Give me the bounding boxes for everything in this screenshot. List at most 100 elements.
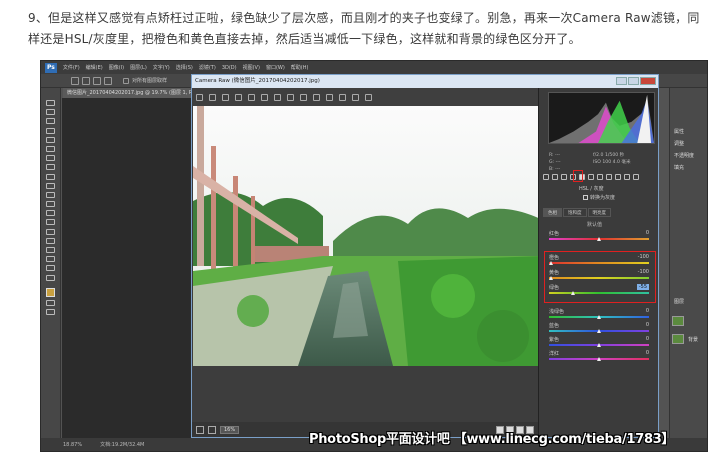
slider-magenta-knob[interactable] [597, 357, 601, 361]
properties-tab[interactable]: 属性 [674, 128, 684, 135]
adjustments-tab[interactable]: 调整 [674, 140, 684, 147]
tab-hue[interactable]: 色相 [543, 208, 562, 217]
menu-3d[interactable]: 3D(D) [222, 65, 237, 71]
minimize-button[interactable] [616, 77, 627, 85]
tab-luminance[interactable]: 明亮度 [587, 208, 611, 217]
close-button[interactable] [640, 77, 656, 85]
white-balance-icon[interactable] [222, 93, 229, 101]
calibration-tab-icon[interactable] [606, 174, 612, 180]
menu-edit[interactable]: 编辑(E) [86, 64, 103, 71]
tab-saturation[interactable]: 饱和度 [563, 208, 587, 217]
quick-mask-icon[interactable] [46, 299, 55, 306]
pressure-icon[interactable] [104, 76, 112, 85]
zoom-icon[interactable] [196, 93, 203, 101]
slider-aqua[interactable]: 浅绿色 0 [549, 308, 653, 320]
screen-mode-icon[interactable] [46, 309, 55, 316]
brush-tool-icon[interactable] [46, 164, 55, 171]
slider-purple[interactable]: 紫色 0 [549, 336, 653, 348]
slider-red-knob[interactable] [597, 237, 601, 241]
layer-thumbnail[interactable] [672, 316, 684, 326]
menu-filter[interactable]: 滤镜(T) [199, 64, 216, 71]
blur-tool-icon[interactable] [46, 210, 55, 217]
straighten-icon[interactable] [274, 93, 281, 101]
hand-tool-icon[interactable] [46, 265, 55, 272]
type-tool-icon[interactable] [46, 237, 55, 244]
ps-menubar: Ps 文件(F) 编辑(E) 图像(I) 图层(L) 文字(Y) 选择(S) 滤… [41, 61, 707, 74]
slider-magenta[interactable]: 洋红 0 [549, 350, 653, 362]
effects-tab-icon[interactable] [597, 174, 603, 180]
slider-purple-value[interactable]: 0 [646, 336, 649, 342]
menu-window[interactable]: 窗口(W) [266, 64, 285, 71]
crop-tool-icon[interactable] [46, 136, 55, 143]
slider-blue-value[interactable]: 0 [646, 322, 649, 328]
slider-blue[interactable]: 蓝色 0 [549, 322, 653, 334]
menu-type[interactable]: 文字(Y) [153, 64, 170, 71]
spot-removal-icon[interactable] [300, 93, 307, 101]
gradient-tool-icon[interactable] [46, 201, 55, 208]
slider-aqua-value[interactable]: 0 [646, 308, 649, 314]
slider-purple-knob[interactable] [597, 343, 601, 347]
slider-aqua-knob[interactable] [597, 315, 601, 319]
slider-red[interactable]: 红色 0 [549, 230, 653, 242]
targeted-adjust-icon[interactable] [248, 93, 255, 101]
color-sampler-icon[interactable] [235, 93, 242, 101]
menu-layer[interactable]: 图层(L) [130, 64, 147, 71]
menu-help[interactable]: 帮助(H) [291, 64, 309, 71]
stamp-tool-icon[interactable] [46, 173, 55, 180]
move-tool-icon[interactable] [46, 100, 55, 106]
transform-icon[interactable] [287, 93, 294, 101]
panel-menu-icon[interactable] [633, 174, 639, 180]
zoom-level-select[interactable]: 16% [220, 425, 240, 434]
history-brush-tool-icon[interactable] [46, 182, 55, 189]
mode-icon[interactable] [82, 76, 90, 85]
background-thumbnail[interactable] [672, 334, 684, 344]
presets-tab-icon[interactable] [615, 174, 621, 180]
zoom-tool-icon[interactable] [46, 274, 55, 281]
eraser-tool-icon[interactable] [46, 191, 55, 198]
basic-tab-icon[interactable] [543, 174, 549, 180]
menu-file[interactable]: 文件(F) [63, 64, 80, 71]
red-eye-icon[interactable] [313, 93, 320, 101]
convert-grayscale-checkbox[interactable]: 转换为灰度 [583, 194, 615, 201]
quick-select-tool-icon[interactable] [46, 127, 55, 134]
default-link[interactable]: 默认值 [587, 221, 602, 228]
checkbox-box[interactable] [583, 195, 588, 200]
zoom-in-button[interactable] [208, 425, 216, 434]
hand-icon[interactable] [209, 93, 216, 101]
detail-tab-icon[interactable] [561, 174, 567, 180]
eyedropper-tool-icon[interactable] [46, 145, 55, 152]
marquee-tool-icon[interactable] [46, 109, 55, 116]
pen-tool-icon[interactable] [46, 228, 55, 235]
adjustment-brush-icon[interactable] [326, 93, 333, 101]
menu-image[interactable]: 图像(I) [109, 64, 124, 71]
menu-select[interactable]: 选择(S) [176, 64, 193, 71]
watermark-text: PhotoShop平面设计吧 【www.linecg.com/tieba/178… [309, 432, 675, 447]
slider-aqua-label: 浅绿色 [549, 309, 565, 315]
lens-tab-icon[interactable] [588, 174, 594, 180]
document-tab[interactable]: 微信图片_20170404202017.jpg @ 19.7% (图层 1, R… [63, 88, 211, 98]
path-select-tool-icon[interactable] [46, 247, 55, 253]
tone-curve-tab-icon[interactable] [552, 174, 558, 180]
healing-tool-icon[interactable] [46, 155, 55, 162]
graduated-filter-icon[interactable] [339, 93, 346, 101]
snapshots-tab-icon[interactable] [624, 174, 630, 180]
rotate-icon[interactable] [365, 93, 372, 101]
background-layer-label[interactable]: 背景 [688, 336, 698, 343]
crop-icon[interactable] [261, 93, 268, 101]
status-doc-size: 文档:19.2M/32.4M [100, 442, 145, 448]
dodge-tool-icon[interactable] [46, 219, 55, 226]
zoom-out-button[interactable] [196, 425, 204, 434]
shape-tool-icon[interactable] [46, 256, 55, 263]
slider-red-value[interactable]: 0 [646, 230, 649, 236]
radial-filter-icon[interactable] [352, 93, 359, 101]
menu-view[interactable]: 视图(V) [243, 64, 260, 71]
brush-preset-icon[interactable] [71, 76, 79, 85]
airbrush-icon[interactable] [93, 76, 101, 85]
lasso-tool-icon[interactable] [46, 118, 55, 125]
maximize-button[interactable] [628, 77, 639, 85]
slider-blue-knob[interactable] [597, 329, 601, 333]
layers-tab[interactable]: 图层 [674, 298, 684, 305]
slider-magenta-value[interactable]: 0 [646, 350, 649, 356]
sample-checkbox[interactable] [123, 77, 129, 84]
foreground-color-swatch[interactable] [46, 287, 55, 297]
